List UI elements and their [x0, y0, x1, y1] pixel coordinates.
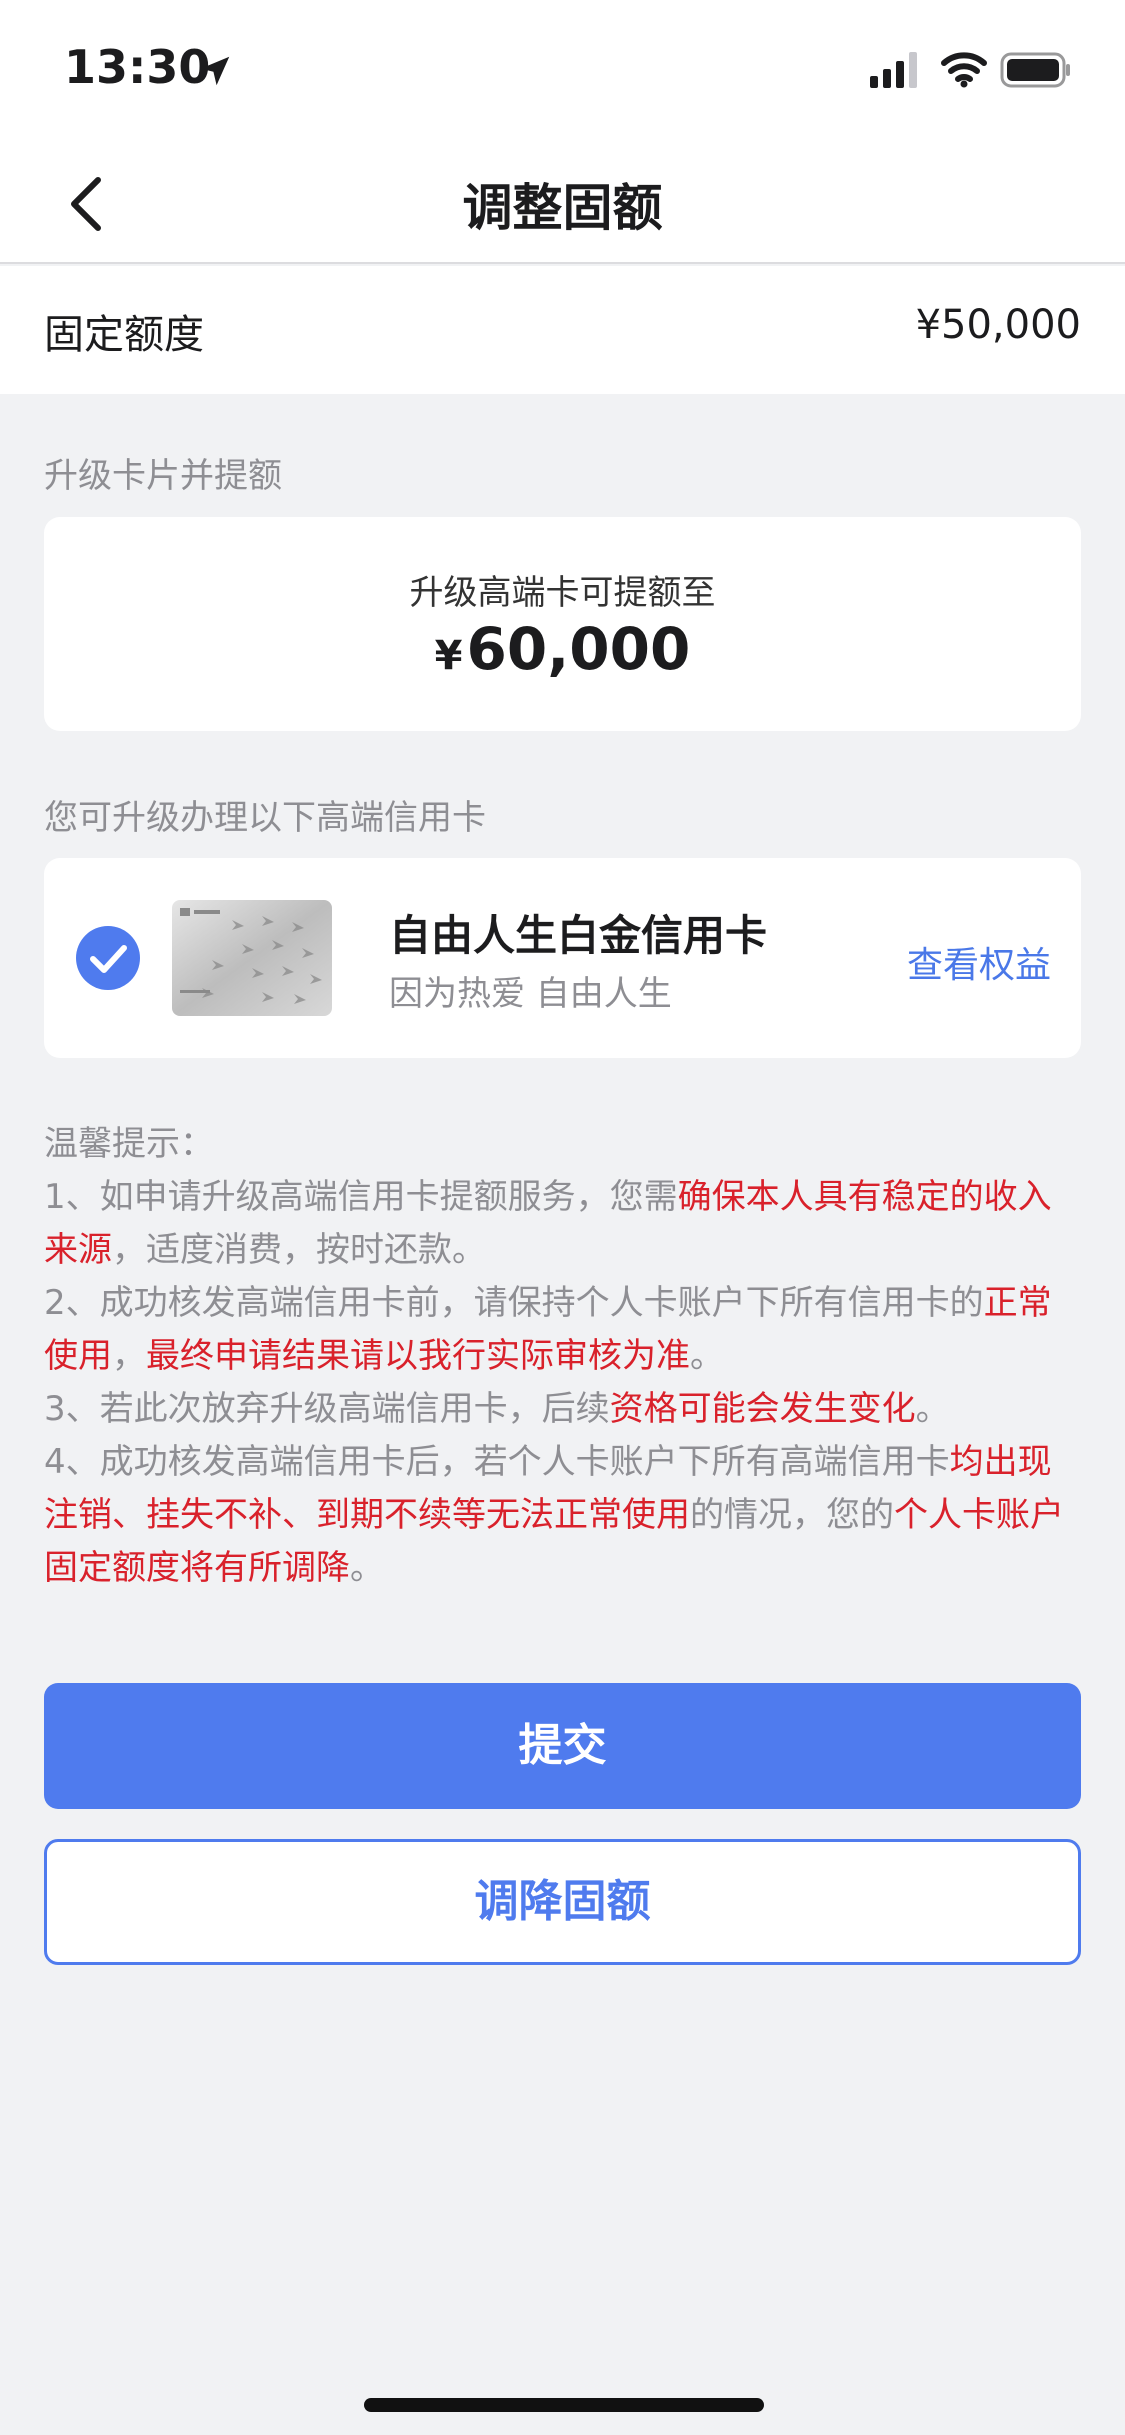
battery-icon — [1000, 52, 1070, 88]
location-arrow-icon — [200, 56, 230, 86]
upgrade-limit-card: 升级高端卡可提额至 ¥60,000 — [44, 517, 1081, 731]
currency-symbol: ¥ — [434, 633, 463, 679]
decrease-limit-button[interactable]: 调降固额 — [44, 1839, 1081, 1965]
upgrade-limit-caption: 升级高端卡可提额至 — [409, 573, 716, 613]
tip-text: ，适度消费，按时还款。 — [112, 1230, 486, 1270]
tip-highlight: 资格可能会发生变化 — [609, 1389, 916, 1429]
card-section-label: 您可升级办理以下高端信用卡 — [44, 798, 486, 838]
wifi-icon — [941, 52, 987, 88]
tip-highlight: 最终申请结果请以我行实际审核为准 — [146, 1336, 690, 1376]
nav-bar: 调整固额 — [0, 140, 1125, 264]
card-slogan: 因为热爱 自由人生 — [389, 974, 672, 1014]
fixed-limit-row: 固定额度 ¥50,000 — [0, 266, 1125, 394]
home-indicator — [364, 2398, 764, 2412]
tip-item-2: 2、成功核发高端信用卡前，请保持个人卡账户下所有信用卡的正常使用，最终申请结果请… — [44, 1277, 1084, 1383]
tip-text: 。 — [350, 1548, 384, 1588]
tip-text: ， — [112, 1336, 146, 1376]
tip-text: 。 — [690, 1336, 724, 1376]
tip-text: 的情况，您的 — [690, 1495, 894, 1535]
tip-text: 。 — [915, 1389, 950, 1429]
tips-title: 温馨提示： — [44, 1124, 214, 1164]
checkmark-selected-icon[interactable] — [76, 926, 140, 990]
credit-card-option[interactable]: 自由人生白金信用卡 因为热爱 自由人生 查看权益 — [44, 858, 1081, 1058]
warm-tips: 温馨提示： 1、如申请升级高端信用卡提额服务，您需确保本人具有稳定的收入来源，适… — [44, 1118, 1084, 1595]
amount-value: 60,000 — [466, 615, 691, 683]
tip-item-3: 3、若此次放弃升级高端信用卡，后续资格可能会发生变化。 — [44, 1383, 1084, 1436]
card-name: 自由人生白金信用卡 — [389, 911, 768, 960]
fixed-limit-label: 固定额度 — [44, 312, 204, 358]
page-title: 调整固额 — [462, 179, 663, 237]
fixed-limit-value: ¥50,000 — [915, 302, 1081, 348]
status-bar: 13:30 — [0, 0, 1125, 140]
tip-text: 3、若此次放弃升级高端信用卡，后续 — [44, 1389, 610, 1429]
upgrade-limit-amount: ¥60,000 — [44, 615, 1081, 683]
tip-item-4: 4、成功核发高端信用卡后，若个人卡账户下所有高端信用卡均出现注销、挂失不补、到期… — [44, 1436, 1084, 1595]
tip-text: 1、如申请升级高端信用卡提额服务，您需 — [44, 1177, 678, 1217]
submit-button[interactable]: 提交 — [44, 1683, 1081, 1809]
tip-item-1: 1、如申请升级高端信用卡提额服务，您需确保本人具有稳定的收入来源，适度消费，按时… — [44, 1171, 1084, 1277]
platinum-card-image — [172, 900, 332, 1016]
view-benefits-link[interactable]: 查看权益 — [907, 936, 1051, 988]
tip-text: 4、成功核发高端信用卡后，若个人卡账户下所有高端信用卡 — [44, 1442, 950, 1482]
status-time: 13:30 — [64, 40, 211, 94]
tip-text: 2、成功核发高端信用卡前，请保持个人卡账户下所有信用卡的 — [44, 1283, 984, 1323]
upgrade-section-label: 升级卡片并提额 — [44, 456, 282, 496]
cellular-signal-icon — [870, 52, 917, 88]
